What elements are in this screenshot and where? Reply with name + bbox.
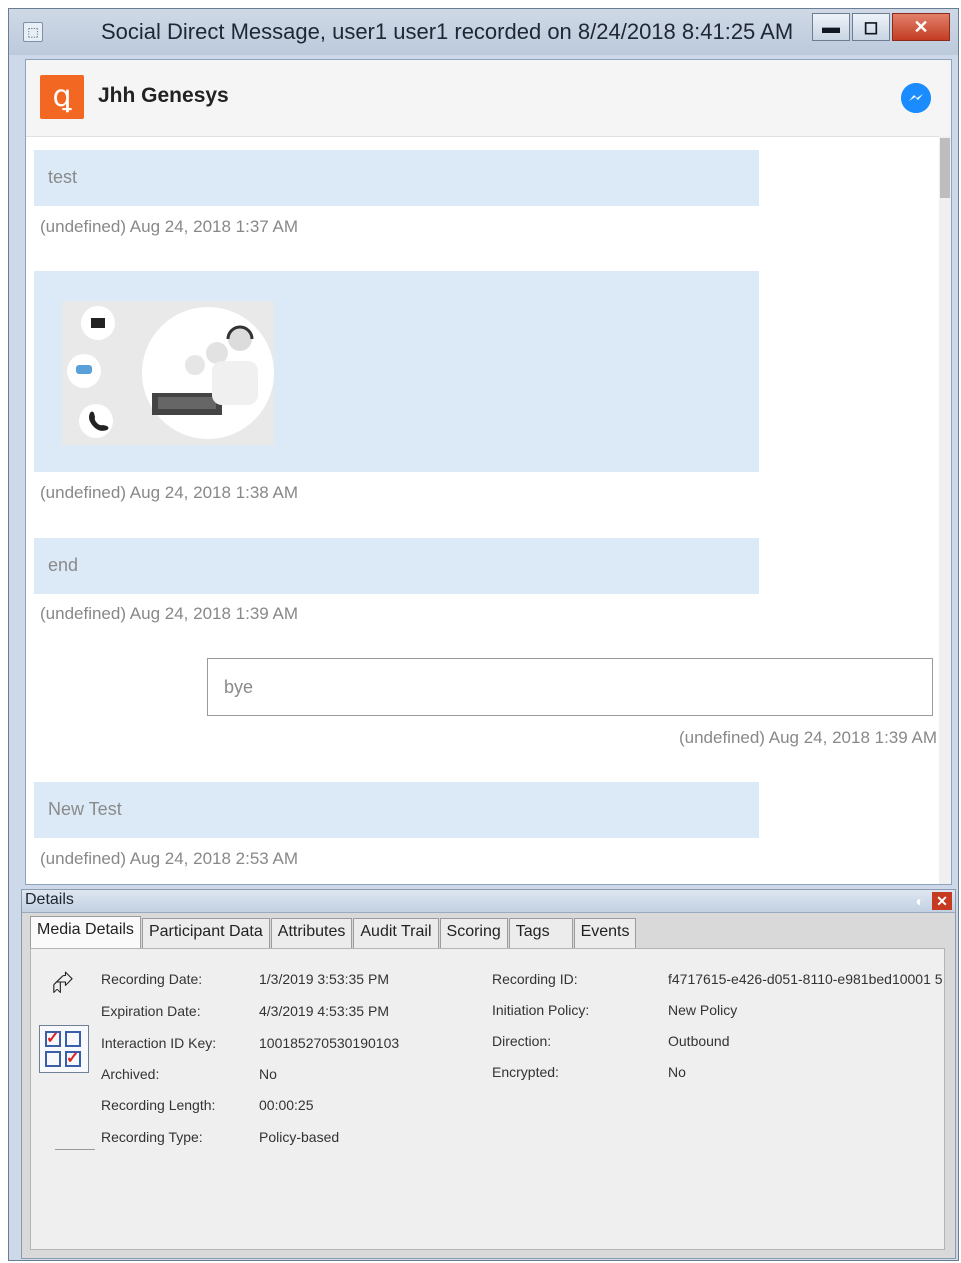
conversation-pane[interactable]: ꝗ Jhh Genesys test (undefined) Aug 24, 2… <box>25 59 952 885</box>
tab-participant-data[interactable]: Participant Data <box>141 918 270 948</box>
field-label: Direction: <box>492 1033 552 1049</box>
tab-scoring[interactable]: Scoring <box>439 918 508 948</box>
initiation-policy-value: New Policy <box>668 1002 738 1018</box>
messenger-icon <box>901 83 931 113</box>
window-title: Social Direct Message, user1 user1 recor… <box>101 19 794 44</box>
message-text: end <box>48 555 79 575</box>
export-icon[interactable]: ⮳ <box>45 965 81 1001</box>
archived-value: No <box>259 1066 277 1082</box>
recording-type-value: Policy-based <box>259 1129 340 1145</box>
tab-tags[interactable]: Tags <box>508 918 573 948</box>
details-tabs: Media Details Participant Data Attribute… <box>30 916 637 948</box>
message-bubble: end <box>34 538 759 594</box>
tab-events[interactable]: Events <box>573 918 637 948</box>
field-label: Recording Date: <box>101 971 203 987</box>
message-bubble: test <box>34 150 759 206</box>
recording-length-value: 00:00:25 <box>259 1097 314 1113</box>
genesys-logo-icon: ꝗ <box>40 75 84 119</box>
expiration-date-value: 4/3/2019 4:53:35 PM <box>259 1003 389 1019</box>
tab-media-details[interactable]: Media Details <box>30 916 141 948</box>
checklist-icon[interactable]: ✓ ✓ <box>39 1025 89 1073</box>
field-label: Expiration Date: <box>101 1003 201 1019</box>
field-label: Interaction ID Key: <box>101 1035 217 1051</box>
direction-value: Outbound <box>668 1033 730 1049</box>
title-bar[interactable]: ⬚ Social Direct Message, user1 user1 rec… <box>9 9 958 55</box>
tab-attributes[interactable]: Attributes <box>270 918 353 948</box>
message-bubble-image <box>34 271 759 472</box>
field-label: Recording ID: <box>492 971 578 987</box>
media-details-content: ⮳ ✓ ✓ Recording Date: 1/3/2019 3:53:35 P… <box>30 948 945 1250</box>
field-label: Initiation Policy: <box>492 1002 590 1018</box>
message-text: test <box>48 167 78 187</box>
window-icon: ⬚ <box>23 22 43 42</box>
message-timestamp: (undefined) Aug 24, 2018 2:53 AM <box>40 849 299 868</box>
recording-date-value: 1/3/2019 3:53:35 PM <box>259 971 389 987</box>
interaction-id-value: 100185270530190103 <box>259 1035 400 1051</box>
outgoing-message-bubble: bye <box>207 658 933 716</box>
message-timestamp: (undefined) Aug 24, 2018 1:39 AM <box>40 604 299 623</box>
field-label: Encrypted: <box>492 1064 559 1080</box>
message-text: New Test <box>48 799 122 819</box>
minimize-button[interactable]: ▬ <box>812 13 850 41</box>
field-label: Recording Length: <box>101 1097 216 1113</box>
message-timestamp: (undefined) Aug 24, 2018 1:38 AM <box>40 483 299 502</box>
details-close-button[interactable]: ✕ <box>932 892 952 910</box>
tab-audit-trail[interactable]: Audit Trail <box>353 918 439 948</box>
details-panel: Details ◐ ✕ Media Details Participant Da… <box>21 889 956 1259</box>
details-title: Details <box>25 891 74 908</box>
contact-center-agents-image <box>62 301 274 445</box>
details-title-bar: Details ◐ ✕ <box>22 890 955 913</box>
message-bubble: New Test <box>34 782 759 838</box>
contact-name: Jhh Genesys <box>98 84 229 107</box>
scroll-thumb[interactable] <box>940 138 950 198</box>
conversation-scrollbar[interactable] <box>939 136 951 884</box>
window-controls: ▬ ◻ ✕ <box>810 13 950 45</box>
recording-id-value: f4717615-e426-d051-8110-e981bed10001 5 <box>668 971 943 987</box>
message-timestamp: (undefined) Aug 24, 2018 1:37 AM <box>40 217 299 236</box>
message-text: bye <box>224 677 254 697</box>
recording-window: ⬚ Social Direct Message, user1 user1 rec… <box>8 8 959 1261</box>
encrypted-value: No <box>668 1064 686 1080</box>
pin-icon[interactable]: ◐ <box>911 892 929 910</box>
close-button[interactable]: ✕ <box>892 13 950 41</box>
field-label: Archived: <box>101 1066 160 1082</box>
conversation-header: ꝗ Jhh Genesys <box>26 60 951 137</box>
maximize-button[interactable]: ◻ <box>852 13 890 41</box>
message-timestamp: (undefined) Aug 24, 2018 1:39 AM <box>678 728 937 747</box>
divider <box>55 1149 95 1150</box>
field-label: Recording Type: <box>101 1129 203 1145</box>
